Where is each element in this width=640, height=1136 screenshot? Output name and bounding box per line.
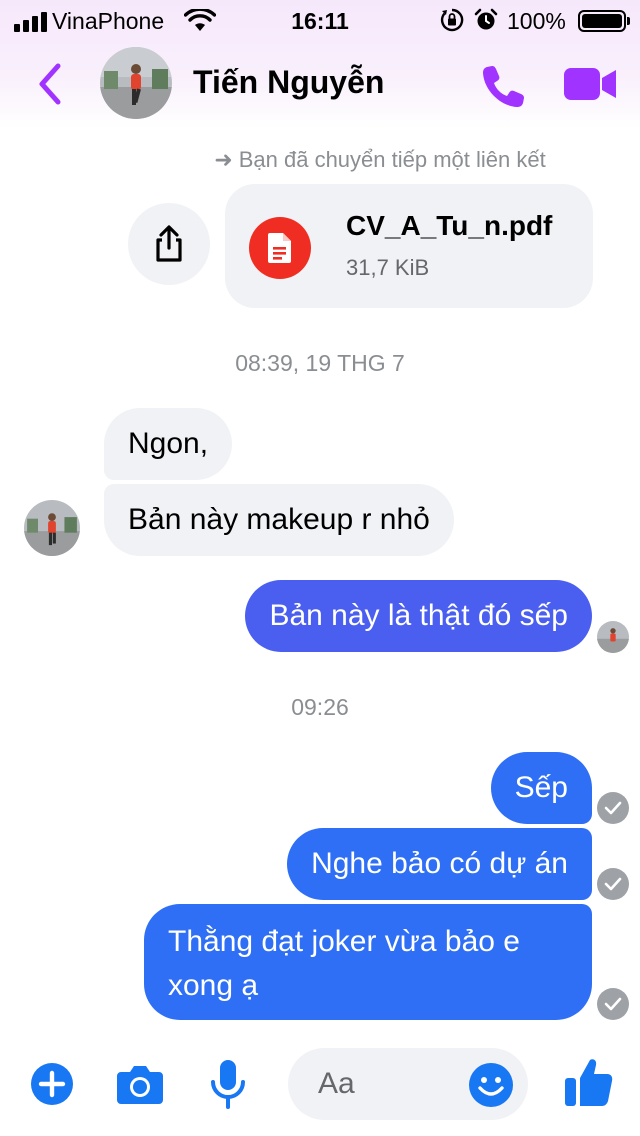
timestamp: 08:39, 19 THG 7 bbox=[235, 350, 405, 376]
emoji-icon[interactable] bbox=[468, 1062, 514, 1108]
top-area: VinaPhone 16:11 100% Tiến Nguyễn bbox=[0, 0, 640, 128]
file-name: CV_A_Tu_n.pdf bbox=[346, 210, 553, 241]
file-attachment[interactable]: CV_A_Tu_n.pdf 31,7 KiB bbox=[225, 184, 593, 308]
share-icon bbox=[156, 225, 182, 262]
message-bubble-outgoing[interactable]: Sếp bbox=[490, 752, 592, 824]
plus-icon[interactable] bbox=[30, 1062, 74, 1106]
battery-percentage: 100% bbox=[507, 8, 566, 34]
back-chevron-icon[interactable] bbox=[30, 60, 70, 108]
camera-icon[interactable] bbox=[115, 1062, 165, 1106]
forward-note: ➜ Bạn đã chuyển tiếp một liên kết bbox=[0, 147, 640, 173]
message-input-box[interactable] bbox=[288, 1048, 528, 1120]
sent-check-icon bbox=[597, 868, 629, 900]
message-line: xong ạ bbox=[168, 969, 259, 1002]
conversation-header: Tiến Nguyễn bbox=[0, 40, 640, 128]
phone-icon[interactable] bbox=[480, 62, 528, 110]
status-bar: VinaPhone 16:11 100% bbox=[0, 0, 640, 40]
alarm-icon bbox=[474, 8, 498, 30]
thumbs-up-icon[interactable] bbox=[563, 1056, 613, 1108]
message-line: Thằng đạt joker vừa bảo e bbox=[168, 925, 520, 958]
pdf-document-icon bbox=[249, 217, 311, 279]
seen-avatar bbox=[597, 621, 629, 653]
message-bubble-outgoing[interactable]: Nghe bảo có dự án bbox=[287, 828, 592, 900]
rotation-lock-icon bbox=[440, 8, 464, 32]
message-input[interactable] bbox=[318, 1062, 458, 1106]
share-button[interactable] bbox=[128, 203, 210, 285]
forward-arrow-icon: ➜ bbox=[214, 147, 233, 172]
forward-note-text: Bạn đã chuyển tiếp một liên kết bbox=[238, 147, 546, 172]
sender-avatar[interactable] bbox=[24, 500, 80, 556]
file-size: 31,7 KiB bbox=[346, 255, 430, 280]
message-bubble-outgoing[interactable]: Bản này là thật đó sếp bbox=[245, 580, 592, 652]
sent-check-icon bbox=[597, 988, 629, 1020]
message-bubble-outgoing-multiline[interactable]: Thằng đạt joker vừa bảo e xong ạ bbox=[144, 904, 592, 1020]
microphone-icon[interactable] bbox=[208, 1058, 248, 1110]
battery-icon bbox=[578, 10, 630, 32]
message-composer bbox=[0, 1040, 640, 1136]
message-bubble-incoming[interactable]: Bản này makeup r nhỏ bbox=[104, 484, 454, 556]
video-camera-icon[interactable] bbox=[562, 64, 618, 104]
contact-name[interactable]: Tiến Nguyễn bbox=[193, 64, 384, 101]
timestamp: 09:26 bbox=[291, 694, 349, 720]
contact-avatar[interactable] bbox=[100, 47, 172, 119]
sent-check-icon bbox=[597, 792, 629, 824]
message-bubble-incoming[interactable]: Ngon, bbox=[104, 408, 233, 480]
